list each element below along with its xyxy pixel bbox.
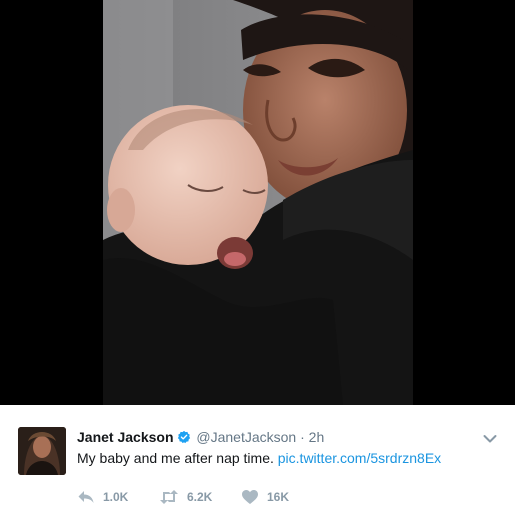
tweet-text: My baby and me after nap time. pic.twitt… bbox=[77, 448, 441, 468]
tweet-media[interactable] bbox=[0, 0, 515, 405]
timestamp[interactable]: 2h bbox=[309, 429, 325, 445]
chevron-down-icon[interactable] bbox=[483, 431, 497, 443]
display-name[interactable]: Janet Jackson bbox=[77, 429, 174, 445]
separator-dot: · bbox=[300, 429, 305, 445]
tweet-header: Janet Jackson @JanetJackson · 2h bbox=[77, 427, 485, 447]
reply-count: 1.0K bbox=[103, 490, 129, 504]
heart-icon bbox=[242, 490, 258, 504]
tweet-photo[interactable] bbox=[103, 0, 413, 405]
tweet-link[interactable]: pic.twitter.com/5srdrzn8Ex bbox=[278, 450, 441, 466]
like-button[interactable]: 16K bbox=[241, 487, 289, 507]
like-count: 16K bbox=[267, 490, 290, 504]
tweet-body: My baby and me after nap time. bbox=[77, 450, 274, 466]
reply-icon bbox=[78, 491, 94, 503]
tweet-card[interactable]: Janet Jackson @JanetJackson · 2h My baby… bbox=[0, 405, 515, 516]
retweet-button[interactable]: 6.2K bbox=[159, 487, 212, 507]
handle[interactable]: @JanetJackson bbox=[196, 429, 296, 445]
reply-button[interactable]: 1.0K bbox=[77, 487, 128, 507]
avatar[interactable] bbox=[18, 427, 66, 475]
verified-badge-icon bbox=[177, 429, 191, 444]
retweet-count: 6.2K bbox=[187, 490, 213, 504]
retweet-icon bbox=[160, 490, 178, 504]
